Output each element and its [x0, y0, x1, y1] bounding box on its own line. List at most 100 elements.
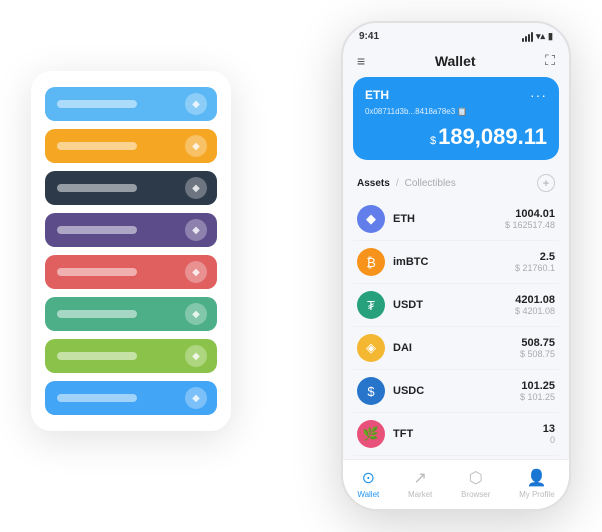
eth-card[interactable]: ETH ··· 0x08711d3b...8418a78e3 📋 $189,08… — [353, 77, 559, 160]
asset-list: ◆ ETH 1004.01 $ 162517.48 ₿ imBTC 2.5 $ … — [343, 198, 569, 459]
color-row-2: ◆ — [45, 171, 217, 205]
nav-browser[interactable]: ⬡ Browser — [461, 468, 490, 499]
color-row-label-2 — [57, 184, 137, 192]
asset-amount-usdc: 101.25 — [520, 380, 555, 392]
asset-name-eth: ETH — [393, 213, 497, 225]
color-row-5: ◆ — [45, 297, 217, 331]
eth-card-currency-symbol: $ — [430, 135, 436, 147]
signal-icon — [522, 32, 533, 42]
asset-item-dai[interactable]: ◈ DAI 508.75 $ 508.75 — [353, 327, 559, 370]
wifi-icon: ▾▴ — [536, 31, 545, 42]
assets-tab-divider: / — [396, 178, 399, 189]
assets-add-button[interactable]: + — [537, 174, 555, 192]
assets-header: Assets / Collectibles + — [343, 170, 569, 198]
phone-header: ≡ Wallet ⛶ — [343, 46, 569, 77]
asset-usd-imbtc: $ 21760.1 — [515, 263, 555, 273]
asset-amounts-imbtc: 2.5 $ 21760.1 — [515, 251, 555, 273]
asset-amounts-dai: 508.75 $ 508.75 — [520, 337, 555, 359]
asset-amounts-usdt: 4201.08 $ 4201.08 — [515, 294, 555, 316]
status-icons: ▾▴ ▮ — [522, 31, 553, 42]
color-row-icon-3: ◆ — [185, 219, 207, 241]
page-title: Wallet — [435, 53, 476, 69]
color-row-label-1 — [57, 142, 137, 150]
color-row-icon-4: ◆ — [185, 261, 207, 283]
wallet-nav-icon: ⊙ — [362, 468, 375, 488]
assets-tabs: Assets / Collectibles — [357, 178, 456, 189]
asset-item-tft[interactable]: 🌿 TFT 13 0 — [353, 413, 559, 456]
color-row-icon-1: ◆ — [185, 135, 207, 157]
eth-card-menu[interactable]: ··· — [530, 87, 547, 103]
wallet-nav-label: Wallet — [357, 490, 379, 499]
eth-card-address: 0x08711d3b...8418a78e3 📋 — [365, 107, 547, 116]
expand-icon[interactable]: ⛶ — [545, 52, 555, 69]
battery-icon: ▮ — [548, 31, 553, 42]
asset-item-imbtc[interactable]: ₿ imBTC 2.5 $ 21760.1 — [353, 241, 559, 284]
asset-amount-imbtc: 2.5 — [515, 251, 555, 263]
asset-amounts-usdc: 101.25 $ 101.25 — [520, 380, 555, 402]
color-row-3: ◆ — [45, 213, 217, 247]
browser-nav-label: Browser — [461, 490, 490, 499]
assets-tab-active[interactable]: Assets — [357, 178, 390, 189]
status-time: 9:41 — [359, 31, 379, 42]
asset-usd-usdc: $ 101.25 — [520, 392, 555, 402]
eth-card-header: ETH ··· — [365, 87, 547, 103]
assets-tab-collectibles[interactable]: Collectibles — [405, 178, 456, 189]
asset-usd-tft: 0 — [543, 435, 555, 445]
color-row-1: ◆ — [45, 129, 217, 163]
color-row-label-3 — [57, 226, 137, 234]
status-bar: 9:41 ▾▴ ▮ — [343, 23, 569, 46]
market-nav-label: Market — [408, 490, 432, 499]
asset-amount-usdt: 4201.08 — [515, 294, 555, 306]
color-row-label-4 — [57, 268, 137, 276]
color-row-icon-7: ◆ — [185, 387, 207, 409]
browser-nav-icon: ⬡ — [469, 468, 483, 488]
bottom-nav: ⊙ Wallet ↗ Market ⬡ Browser 👤 My Profile — [343, 459, 569, 509]
nav-profile[interactable]: 👤 My Profile — [519, 468, 555, 499]
asset-name-usdc: USDC — [393, 385, 512, 397]
phone-mockup: 9:41 ▾▴ ▮ ≡ Wallet ⛶ ETH ··· — [341, 21, 571, 511]
eth-card-balance-value: 189,089.11 — [438, 124, 547, 149]
asset-icon-imbtc: ₿ — [357, 248, 385, 276]
color-row-icon-6: ◆ — [185, 345, 207, 367]
color-row-label-6 — [57, 352, 137, 360]
color-row-6: ◆ — [45, 339, 217, 373]
eth-card-balance: $189,089.11 — [365, 124, 547, 150]
asset-item-usdc[interactable]: $ USDC 101.25 $ 101.25 — [353, 370, 559, 413]
nav-market[interactable]: ↗ Market — [408, 468, 432, 499]
asset-icon-tft: 🌿 — [357, 420, 385, 448]
asset-amount-eth: 1004.01 — [505, 208, 555, 220]
asset-amounts-eth: 1004.01 $ 162517.48 — [505, 208, 555, 230]
asset-name-tft: TFT — [393, 428, 535, 440]
asset-name-dai: DAI — [393, 342, 512, 354]
asset-item-usdt[interactable]: ₮ USDT 4201.08 $ 4201.08 — [353, 284, 559, 327]
nav-wallet[interactable]: ⊙ Wallet — [357, 468, 379, 499]
color-row-7: ◆ — [45, 381, 217, 415]
asset-icon-eth: ◆ — [357, 205, 385, 233]
profile-nav-label: My Profile — [519, 490, 555, 499]
color-row-icon-0: ◆ — [185, 93, 207, 115]
asset-icon-dai: ◈ — [357, 334, 385, 362]
asset-amount-dai: 508.75 — [520, 337, 555, 349]
profile-nav-icon: 👤 — [527, 468, 547, 488]
menu-icon[interactable]: ≡ — [357, 53, 365, 69]
color-row-label-0 — [57, 100, 137, 108]
color-row-label-5 — [57, 310, 137, 318]
bg-card: ◆ ◆ ◆ ◆ ◆ ◆ ◆ ◆ — [31, 71, 231, 431]
asset-amounts-tft: 13 0 — [543, 423, 555, 445]
color-row-0: ◆ — [45, 87, 217, 121]
asset-usd-usdt: $ 4201.08 — [515, 306, 555, 316]
color-row-icon-5: ◆ — [185, 303, 207, 325]
asset-usd-eth: $ 162517.48 — [505, 220, 555, 230]
asset-usd-dai: $ 508.75 — [520, 349, 555, 359]
color-row-icon-2: ◆ — [185, 177, 207, 199]
asset-name-imbtc: imBTC — [393, 256, 507, 268]
asset-item-eth[interactable]: ◆ ETH 1004.01 $ 162517.48 — [353, 198, 559, 241]
asset-name-usdt: USDT — [393, 299, 507, 311]
color-row-4: ◆ — [45, 255, 217, 289]
asset-icon-usdc: $ — [357, 377, 385, 405]
eth-card-title: ETH — [365, 88, 389, 102]
asset-icon-usdt: ₮ — [357, 291, 385, 319]
color-row-label-7 — [57, 394, 137, 402]
market-nav-icon: ↗ — [413, 468, 426, 488]
asset-amount-tft: 13 — [543, 423, 555, 435]
